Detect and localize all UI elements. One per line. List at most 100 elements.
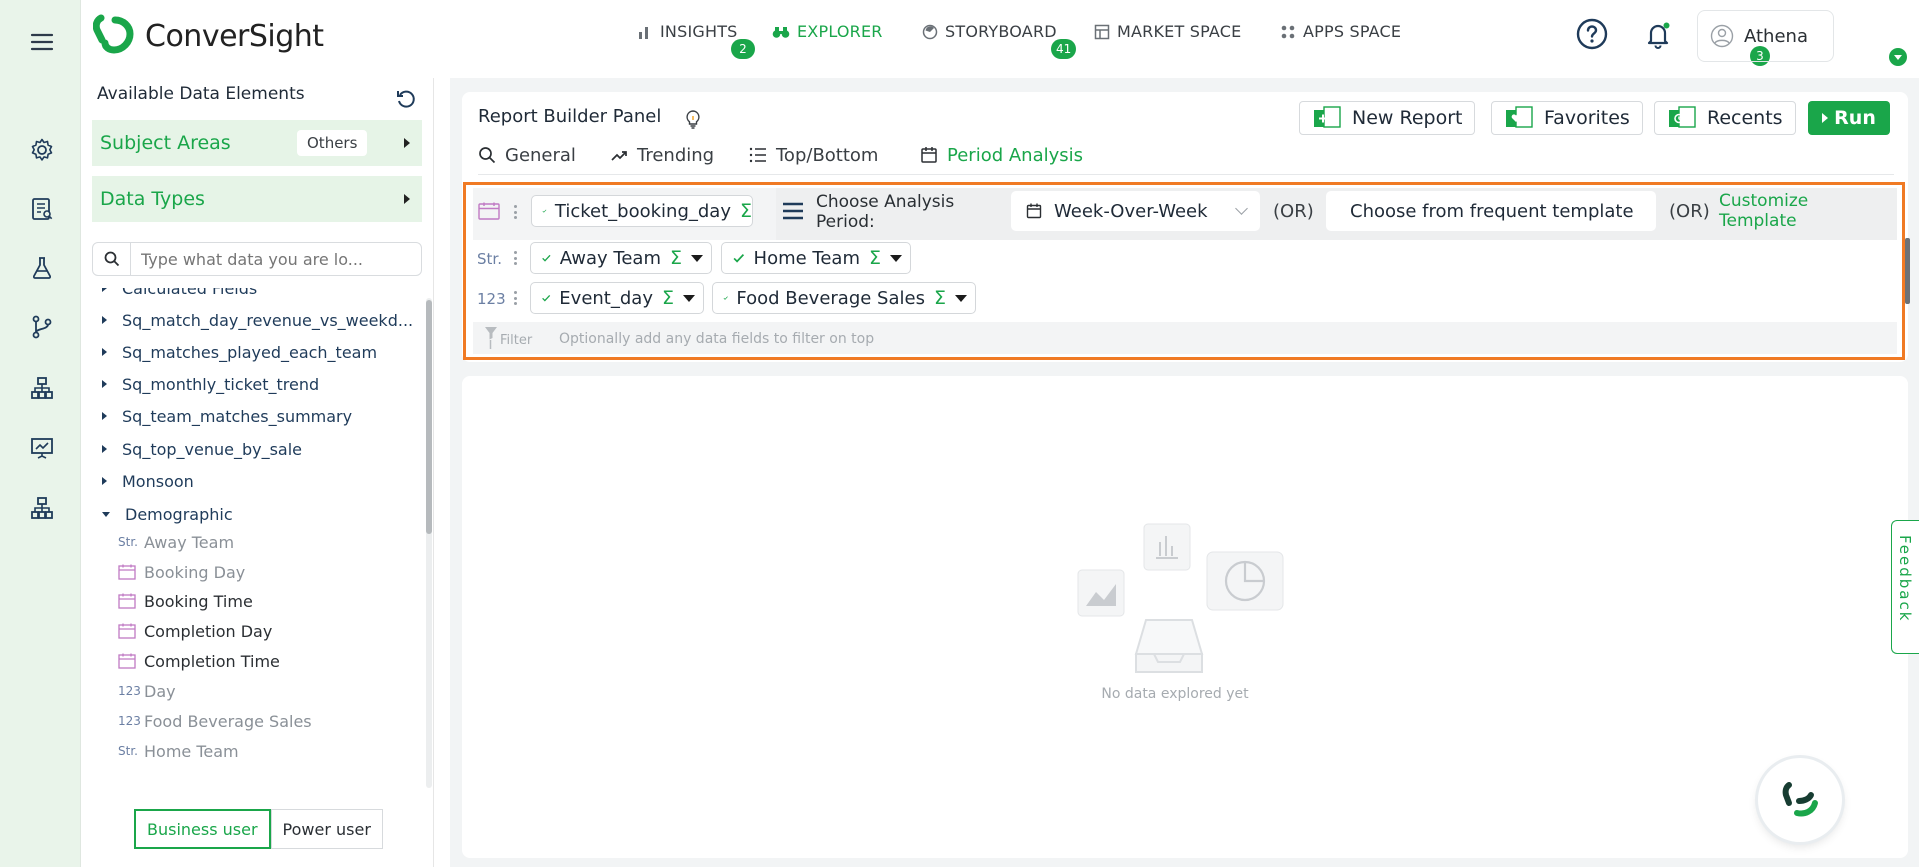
tree-node[interactable]: Sq_top_venue_by_sale [102, 437, 302, 461]
assistant-bot-button[interactable] [1758, 758, 1842, 842]
search-input[interactable] [131, 243, 421, 275]
drag-handle-icon[interactable] [513, 251, 517, 265]
expand-icon [102, 288, 107, 292]
str-field-chip[interactable]: Away Team Σ [530, 242, 712, 274]
list-icon [749, 147, 766, 163]
nav-apps-label: APPS SPACE [1303, 22, 1402, 41]
gear-icon[interactable] [28, 136, 56, 164]
dropdown-arrow-icon[interactable] [683, 294, 695, 302]
tree-node[interactable]: Sq_monthly_ticket_trend [102, 372, 319, 396]
caret-right-icon [404, 194, 410, 204]
tree-node[interactable]: Monsoon [102, 469, 194, 493]
drag-handle-icon[interactable] [513, 291, 517, 305]
field-item[interactable]: Booking Day [118, 560, 245, 584]
user-dropdown-icon[interactable] [1889, 48, 1907, 66]
tree-scrollbar-thumb[interactable] [426, 300, 432, 534]
recents-button[interactable]: Recents [1654, 101, 1796, 135]
field-item[interactable]: 123 Day [118, 679, 176, 703]
storyboard-icon [922, 24, 938, 39]
field-label: Booking Time [144, 591, 253, 611]
nav-insights[interactable]: INSIGHTS [637, 22, 738, 41]
sigma-icon[interactable]: Σ [670, 247, 682, 269]
or-label: (OR) [1669, 201, 1710, 222]
empty-state-text: No data explored yet [1101, 686, 1249, 702]
hamburger-icon[interactable] [28, 28, 56, 56]
dropdown-arrow-icon[interactable] [691, 254, 703, 262]
tab-trending[interactable]: Trending [610, 144, 714, 166]
dropdown-arrow-icon[interactable] [955, 294, 967, 302]
dropdown-arrow-icon[interactable] [890, 254, 902, 262]
drag-handle-icon[interactable] [513, 205, 517, 219]
tree-node[interactable]: Sq_matches_played_each_team [102, 340, 377, 364]
caret-right-icon [404, 138, 410, 148]
help-icon[interactable] [1576, 18, 1608, 50]
analysis-period-select[interactable]: Week-Over-Week [1011, 191, 1260, 231]
filter-button[interactable]: Filter [484, 326, 532, 350]
run-button[interactable]: Run [1808, 101, 1890, 135]
nav-storyboard[interactable]: STORYBOARD [922, 22, 1057, 41]
field-item[interactable]: Completion Day [118, 619, 272, 643]
hierarchy-icon[interactable] [28, 494, 56, 522]
numeric-type-icon: 123 [118, 714, 141, 728]
numeric-type-icon: 123 [118, 684, 141, 698]
tab-top-bottom-label: Top/Bottom [776, 144, 879, 166]
field-item[interactable]: Str. Home Team [118, 739, 239, 763]
subject-areas-section[interactable]: Subject Areas Others [92, 120, 422, 166]
str-field-chip[interactable]: Home Team Σ [721, 242, 911, 274]
nav-explorer[interactable]: EXPLORER [772, 22, 883, 41]
hierarchy-icon[interactable] [28, 374, 56, 402]
new-report-button[interactable]: New Report [1299, 101, 1476, 135]
tree-node[interactable]: Sq_team_matches_summary [102, 404, 352, 428]
date-field-chip[interactable]: Ticket_booking_day Σ [531, 195, 753, 227]
field-item[interactable]: Booking Time [118, 589, 253, 613]
lightbulb-icon[interactable] [682, 108, 704, 130]
tree-node[interactable]: Sq_match_day_revenue_vs_weekd... [102, 308, 413, 332]
tree-node[interactable]: Calculated Fields [102, 288, 257, 300]
branch-icon[interactable] [28, 313, 56, 341]
tab-general[interactable]: General [478, 144, 576, 166]
filter-hint: Optionally add any data fields to filter… [559, 331, 875, 347]
expand-icon [102, 412, 107, 420]
tab-top-bottom[interactable]: Top/Bottom [749, 144, 878, 166]
expand-icon [102, 348, 107, 356]
brand-name: ConverSight [145, 18, 324, 54]
apps-grid-icon [1281, 25, 1295, 38]
template-select[interactable]: Choose from frequent template [1326, 191, 1656, 231]
customize-template-link[interactable]: Customize Template [1719, 191, 1839, 231]
tree-node-expanded[interactable]: Demographic [102, 502, 233, 526]
check-icon [733, 254, 745, 263]
favorites-button[interactable]: Favorites [1491, 101, 1643, 135]
sigma-icon[interactable]: Σ [662, 287, 674, 309]
field-item[interactable]: Completion Time [118, 649, 280, 673]
date-type-icon [478, 202, 500, 220]
business-user-button[interactable]: Business user [134, 809, 271, 849]
feedback-tab[interactable]: Feedback [1891, 520, 1919, 654]
sigma-icon[interactable]: Σ [934, 287, 946, 309]
string-type-icon: Str. [118, 744, 138, 758]
field-label: Food Beverage Sales [144, 711, 312, 731]
flask-icon[interactable] [28, 254, 56, 282]
bell-icon[interactable] [1643, 20, 1673, 50]
sigma-icon[interactable]: Σ [740, 200, 752, 222]
calendar-icon [118, 623, 136, 639]
user-menu[interactable]: Athena [1697, 10, 1834, 62]
sigma-icon[interactable]: Σ [869, 247, 881, 269]
num-field-chip[interactable]: Food Beverage Sales Σ [712, 282, 976, 314]
new-report-icon [1314, 106, 1341, 128]
data-types-section[interactable]: Data Types [92, 176, 422, 222]
panel-resize-handle[interactable] [1905, 238, 1910, 304]
num-field-chip[interactable]: Event_day Σ [530, 282, 704, 314]
favorites-label: Favorites [1544, 107, 1630, 129]
field-item[interactable]: Str. Away Team [118, 530, 234, 554]
nav-apps-space[interactable]: APPS SPACE [1280, 22, 1401, 41]
brand-logo[interactable]: ConverSight [93, 14, 324, 58]
menu-icon[interactable] [782, 201, 804, 221]
refresh-icon[interactable] [395, 88, 417, 110]
nav-market-space[interactable]: MARKET SPACE [1094, 22, 1241, 41]
presentation-icon[interactable] [28, 434, 56, 462]
tab-period-analysis[interactable]: Period Analysis [920, 144, 1083, 166]
power-user-button[interactable]: Power user [270, 809, 383, 849]
subject-area-tag[interactable]: Others [297, 130, 368, 156]
field-item[interactable]: 123 Food Beverage Sales [118, 709, 312, 733]
report-icon[interactable] [28, 195, 56, 223]
